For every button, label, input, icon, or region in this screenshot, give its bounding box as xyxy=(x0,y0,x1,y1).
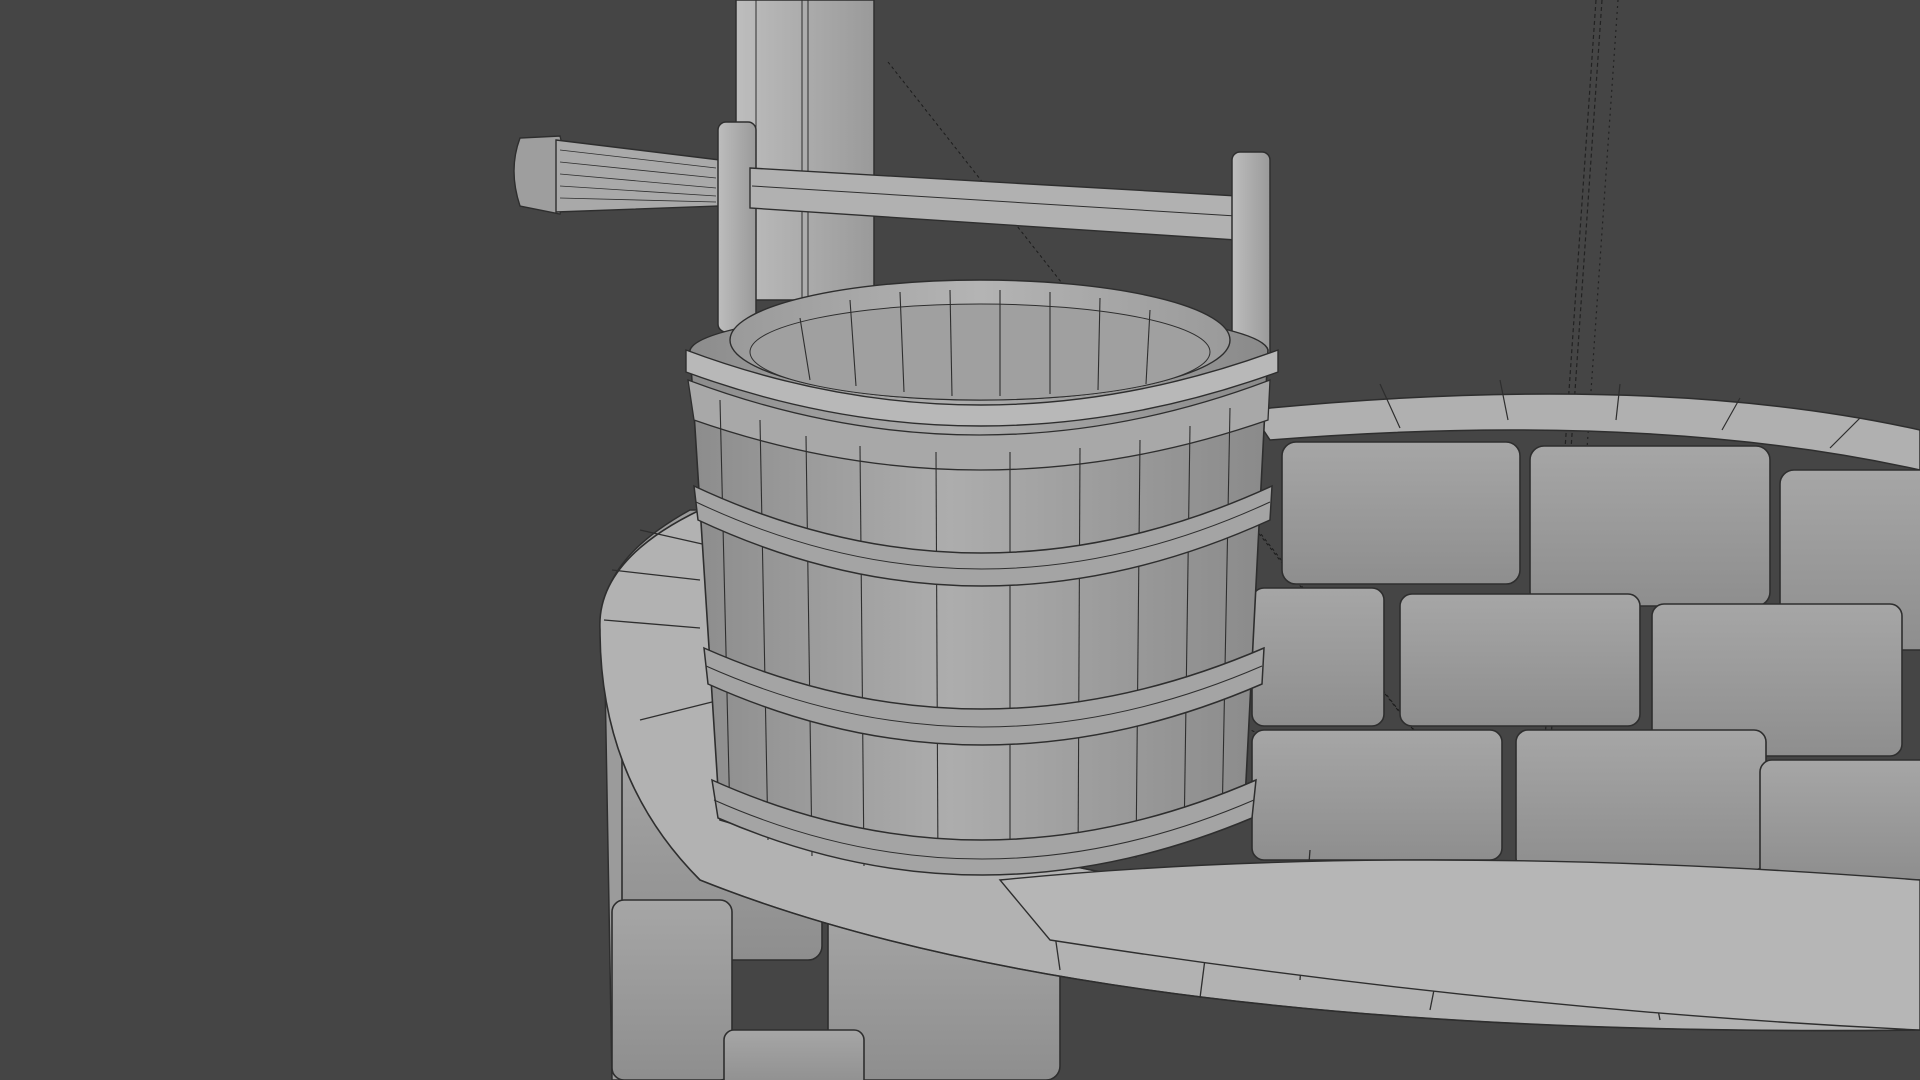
3d-viewport[interactable] xyxy=(0,0,1920,1080)
bucket[interactable] xyxy=(685,279,1279,876)
well-inner-bricks[interactable] xyxy=(1251,441,1920,881)
wireframe-scene xyxy=(513,0,1920,1080)
